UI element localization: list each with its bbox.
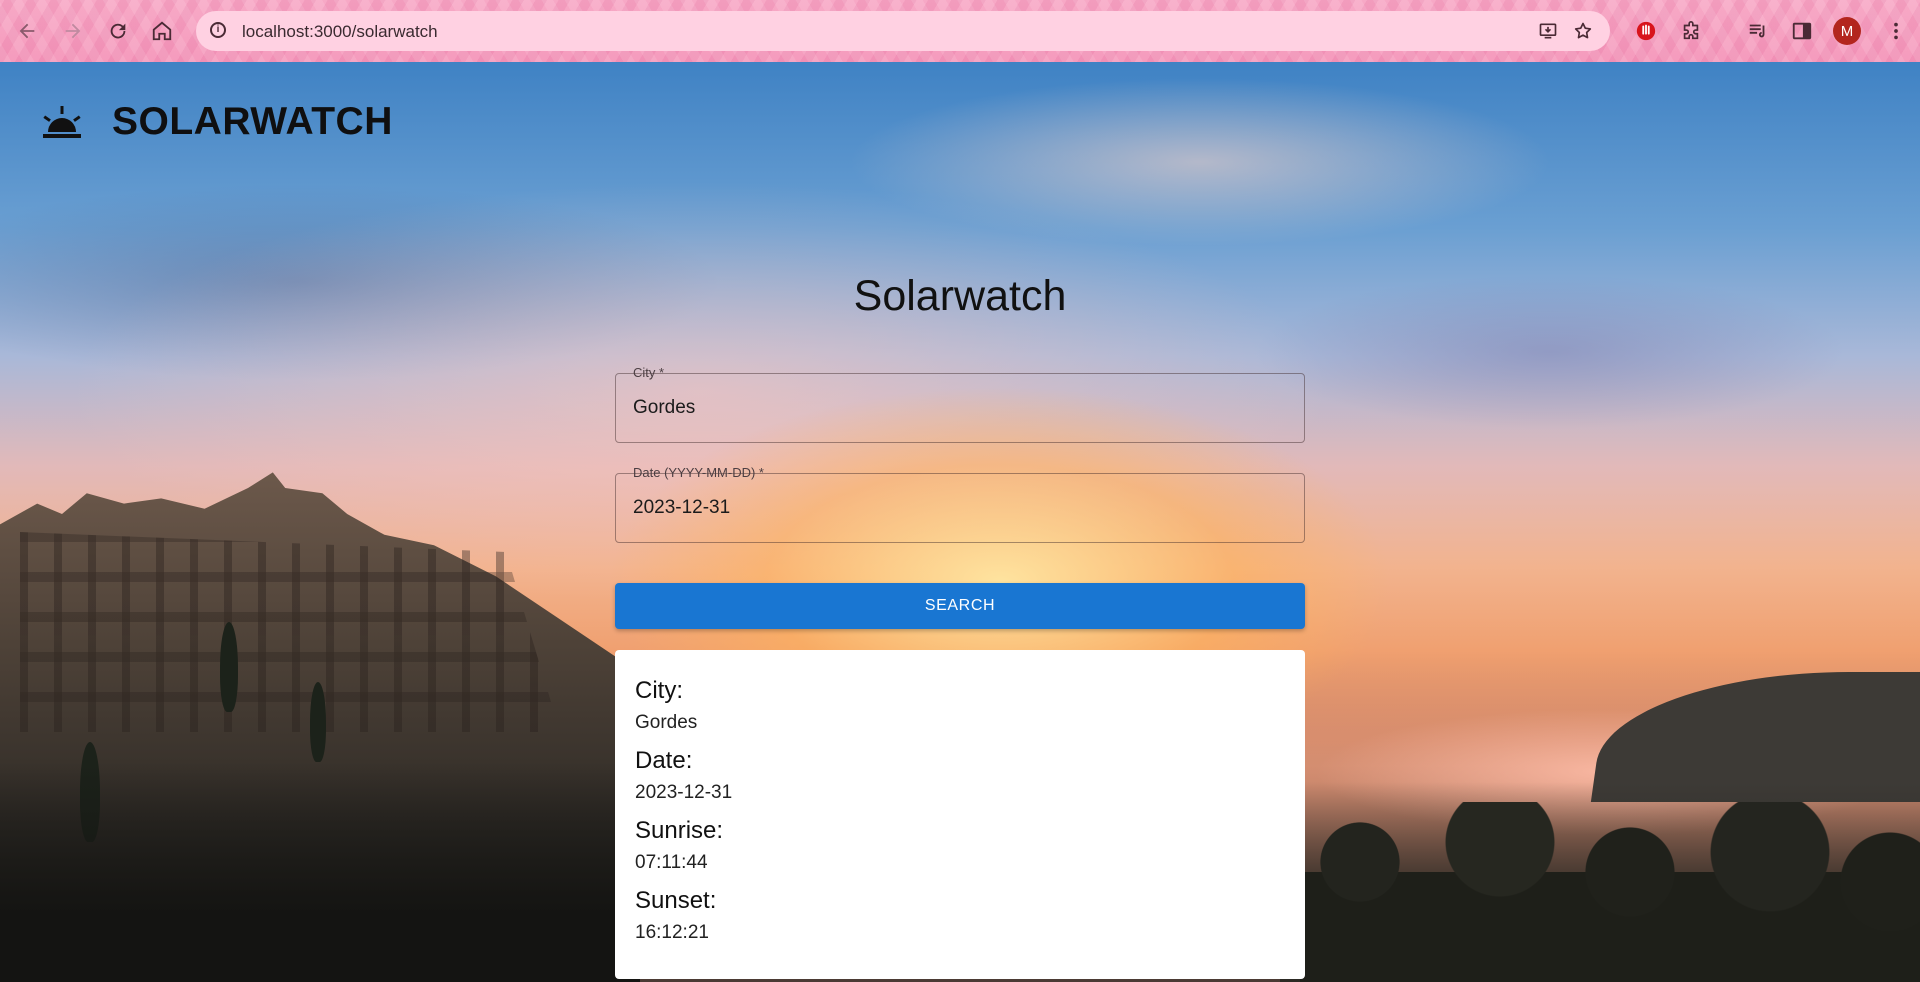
result-sunset-value: 16:12:21 bbox=[635, 922, 709, 943]
search-button[interactable]: SEARCH bbox=[615, 583, 1305, 629]
menu-kebab-icon[interactable] bbox=[1881, 16, 1911, 46]
address-bar[interactable]: i localhost:3000/solarwatch bbox=[196, 11, 1610, 51]
tree-line bbox=[1300, 802, 1920, 982]
extensions-puzzle-icon[interactable] bbox=[1676, 16, 1706, 46]
date-field[interactable]: Date (YYYY-MM-DD) * bbox=[615, 465, 1305, 543]
city-field[interactable]: City * bbox=[615, 365, 1305, 443]
install-app-icon[interactable] bbox=[1537, 20, 1559, 42]
home-icon[interactable] bbox=[147, 16, 177, 46]
url-text[interactable]: localhost:3000/solarwatch bbox=[242, 22, 438, 42]
result-sunrise-value: 07:11:44 bbox=[635, 852, 708, 873]
back-icon[interactable] bbox=[12, 16, 42, 46]
city-input[interactable] bbox=[616, 374, 1304, 442]
result-card: City: Gordes Date: 2023-12-31 Sunrise: 0… bbox=[615, 650, 1305, 979]
app-brand[interactable]: SOLARWATCH bbox=[40, 100, 393, 144]
page-title: Solarwatch bbox=[853, 272, 1067, 320]
result-date-value: 2023-12-31 bbox=[635, 782, 733, 803]
site-info-icon[interactable]: i bbox=[210, 22, 226, 38]
media-queue-icon[interactable] bbox=[1743, 16, 1773, 46]
cypress-tree bbox=[310, 682, 326, 762]
result-sunset-label: Sunset: bbox=[635, 887, 717, 914]
cypress-tree bbox=[220, 622, 238, 712]
browser-toolbar: i localhost:3000/solarwatch M bbox=[0, 0, 1920, 62]
result-sunrise-label: Sunrise: bbox=[635, 817, 724, 844]
bookmark-star-icon[interactable] bbox=[1572, 20, 1594, 42]
forward-icon[interactable] bbox=[58, 16, 88, 46]
village-windows bbox=[20, 532, 560, 732]
sunrise-icon bbox=[43, 106, 81, 138]
extension-red-icon[interactable] bbox=[1631, 16, 1661, 46]
result-city-value: Gordes bbox=[635, 712, 698, 733]
brand-name: SOLARWATCH bbox=[112, 100, 393, 143]
result-date-label: Date: bbox=[635, 747, 693, 774]
cliff-shadow bbox=[0, 762, 640, 982]
reload-icon[interactable] bbox=[103, 16, 133, 46]
date-input[interactable] bbox=[616, 474, 1304, 542]
profile-avatar[interactable]: M bbox=[1833, 17, 1861, 45]
result-city-label: City: bbox=[635, 677, 683, 704]
side-panel-icon[interactable] bbox=[1787, 16, 1817, 46]
